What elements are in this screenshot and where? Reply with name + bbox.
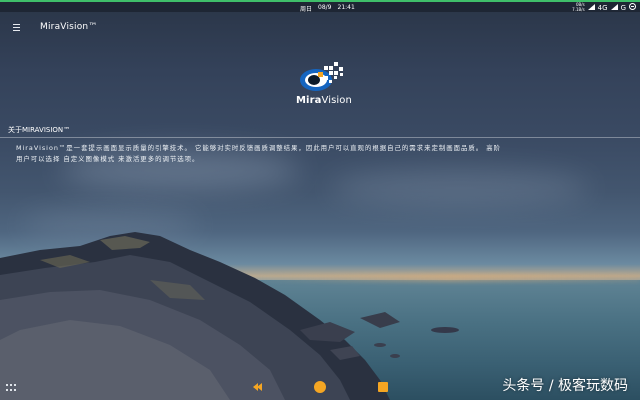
status-bar: 周日 08/9 21:41 0B/s 7.1B/s 4G G <box>0 0 640 13</box>
signal-icon <box>587 3 595 12</box>
network-speed: 0B/s 7.1B/s <box>572 2 585 12</box>
back-icon[interactable] <box>251 381 263 393</box>
recents-icon[interactable] <box>378 382 388 392</box>
status-system-icons: 0B/s 7.1B/s 4G G <box>572 2 636 12</box>
about-line: MiraVision™是一套提示画面显示质量的引擎技术。 它能够对实时反馈画质调… <box>16 144 502 152</box>
battery-icon <box>629 3 636 12</box>
app-title: MiraVision™ <box>40 22 98 32</box>
about-description: MiraVision™是一套提示画面显示质量的引擎技术。 它能够对实时反馈画质调… <box>16 143 536 165</box>
home-icon[interactable] <box>314 381 326 393</box>
section-divider <box>0 137 640 138</box>
watermark-text: 头条号 / 极客玩数码 <box>502 378 628 394</box>
logo-word-regular: Vision <box>321 95 352 106</box>
grid-icon[interactable] <box>6 384 16 392</box>
about-line: 用户可以选择 自定义图像模式 来激活更多的调节选项。 <box>16 155 200 163</box>
app-bar: MiraVision™ <box>0 12 640 44</box>
about-heading: 关于MIRAVISION™ <box>8 126 71 134</box>
signal-icon <box>610 3 618 12</box>
logo-wordmark: MiraVision <box>296 95 352 106</box>
network-type: 4G <box>597 3 608 12</box>
hamburger-menu-icon[interactable] <box>13 24 20 31</box>
network-type-secondary: G <box>620 3 626 12</box>
background-rocks <box>0 232 459 400</box>
logo-word-bold: Mira <box>296 95 322 106</box>
